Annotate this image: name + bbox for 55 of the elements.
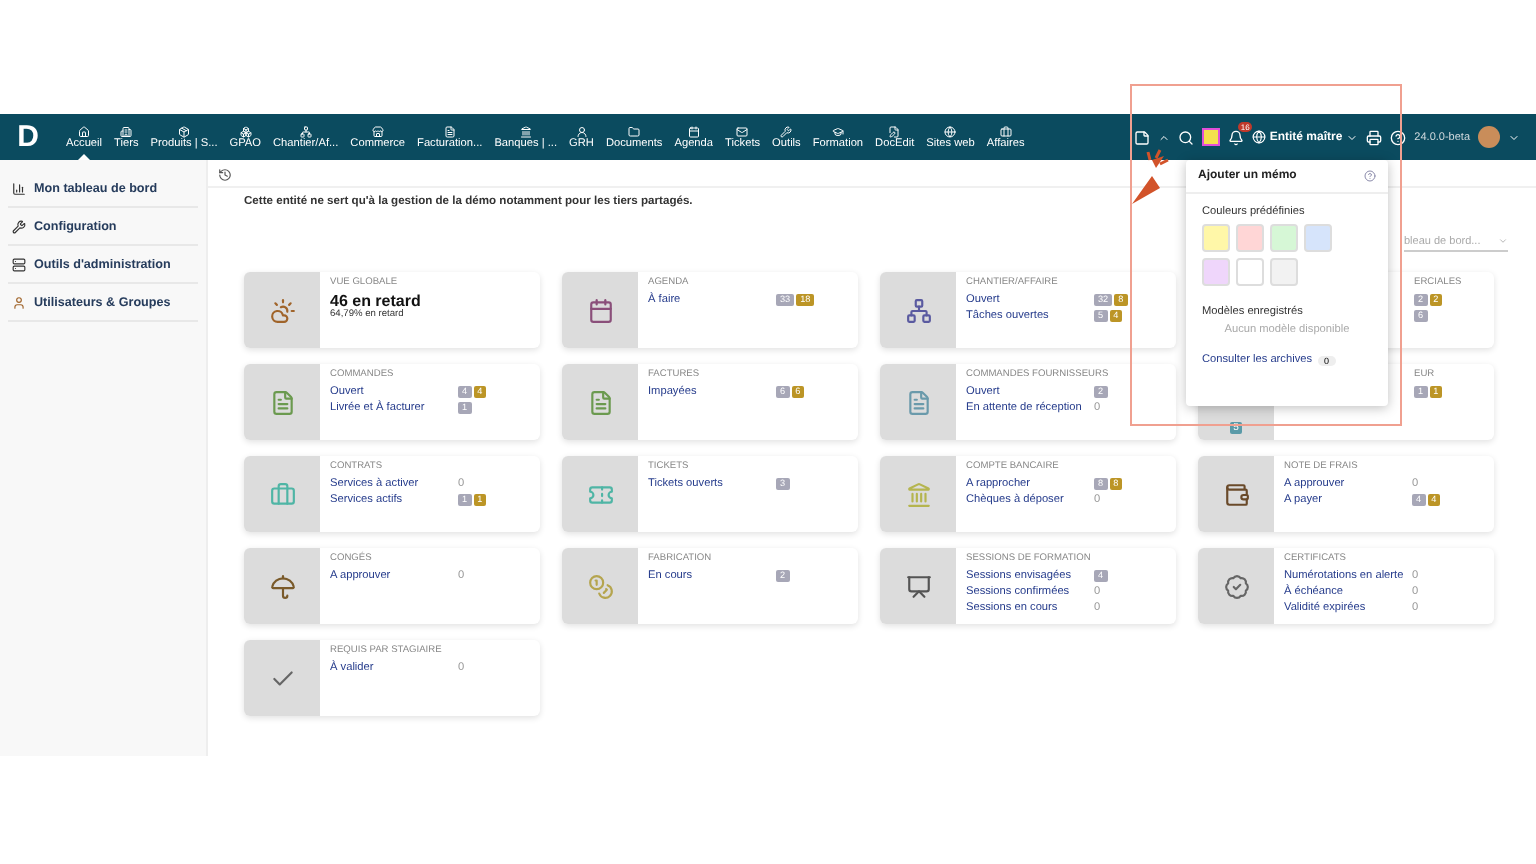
umbrella-icon	[269, 573, 295, 599]
weather-icon	[269, 297, 295, 323]
menu-icon	[999, 125, 1012, 137]
network-icon	[905, 297, 931, 323]
color-swatch[interactable]	[1304, 224, 1332, 252]
color-swatch[interactable]	[1270, 224, 1298, 252]
menu-icon	[888, 125, 901, 137]
check-icon	[269, 665, 295, 691]
document-icon	[269, 389, 295, 415]
briefcase-icon	[269, 481, 295, 507]
menu-icon	[239, 125, 252, 137]
color-swatch[interactable]	[1236, 258, 1264, 286]
bank-icon	[905, 481, 931, 507]
document-icon	[905, 389, 931, 415]
sticky-note-icon[interactable]	[1201, 128, 1220, 146]
menu-icon	[575, 125, 588, 137]
history-icon[interactable]	[218, 168, 232, 182]
caret-icon[interactable]	[1508, 131, 1520, 143]
caret-icon[interactable]	[1157, 131, 1170, 143]
badge-icon	[1223, 573, 1249, 599]
ticket-icon	[587, 481, 613, 507]
menu-icon	[443, 125, 456, 137]
menu-icon	[519, 125, 532, 137]
late-count: 46 en retard	[330, 292, 423, 310]
menu-icon	[299, 125, 312, 137]
calendar-icon	[587, 297, 613, 323]
sidebar-icon	[12, 257, 26, 271]
menu-icon	[944, 125, 957, 137]
sidebar-icon	[12, 295, 26, 309]
menu-icon	[78, 125, 91, 137]
logo[interactable]: D	[8, 114, 48, 160]
menu-icon	[628, 125, 641, 137]
presentation-icon	[905, 573, 931, 599]
menu-icon	[831, 125, 844, 137]
menu-icon	[687, 125, 700, 137]
menu-icon	[736, 125, 749, 137]
coins-icon	[587, 573, 613, 599]
printer-icon[interactable]	[1366, 129, 1383, 145]
search-icon[interactable]	[1177, 129, 1194, 145]
caret-icon	[1498, 236, 1508, 246]
caret-icon	[1346, 131, 1359, 143]
color-swatch[interactable]	[1202, 258, 1230, 286]
color-swatch[interactable]	[1270, 258, 1298, 286]
menu-icon	[120, 125, 133, 137]
sidebar-icon	[12, 181, 26, 195]
globe-icon	[1251, 130, 1266, 144]
color-swatch[interactable]	[1236, 224, 1264, 252]
menu-icon	[780, 125, 793, 137]
menu-icon	[371, 125, 384, 137]
menu-icon	[178, 125, 191, 137]
wallet-icon	[1223, 481, 1249, 507]
avatar[interactable]	[1478, 126, 1500, 148]
sidebar-icon	[12, 219, 26, 233]
color-swatch[interactable]	[1202, 224, 1230, 252]
memo-icon[interactable]	[1133, 129, 1150, 145]
